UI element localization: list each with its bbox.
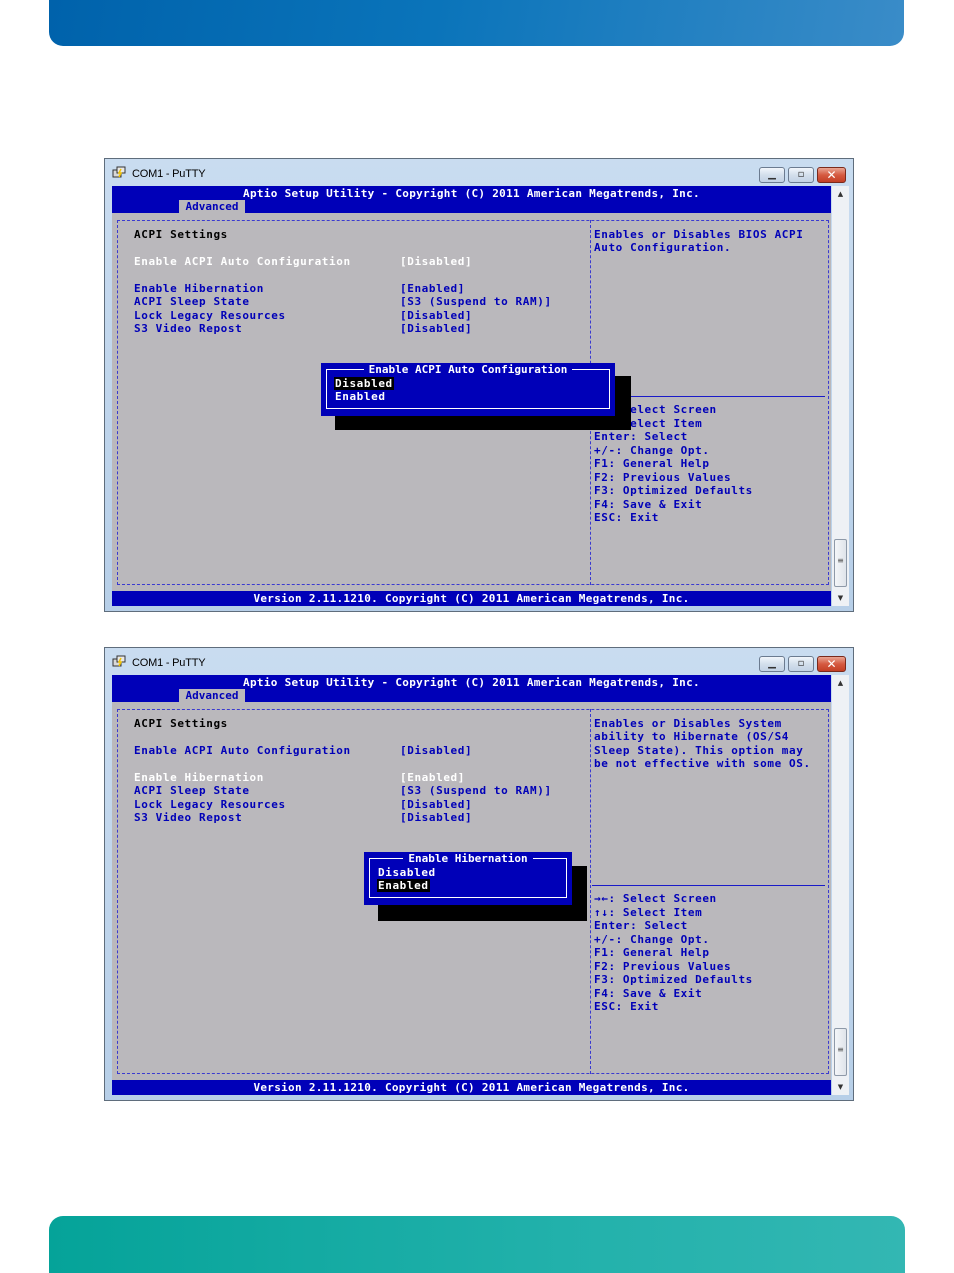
window-title: COM1 - PuTTY — [132, 168, 206, 180]
close-button[interactable]: ✕ — [817, 656, 846, 672]
setting-value-hibernation[interactable]: [Enabled] — [400, 282, 465, 295]
option-popup[interactable]: Enable Hibernation Disabled Enabled — [364, 852, 572, 905]
header-band — [49, 0, 904, 46]
option-popup[interactable]: Enable ACPI Auto Configuration Disabled … — [321, 363, 615, 416]
popup-title: Enable Hibernation — [364, 852, 572, 865]
section-title: ACPI Settings — [134, 717, 228, 730]
scroll-thumb[interactable]: ≡ — [834, 539, 847, 587]
title-bar[interactable]: COM1 - PuTTY ▁ ▫ ✕ — [105, 648, 853, 675]
key-help-esc: ESC: Exit — [594, 511, 660, 524]
popup-option-disabled[interactable]: Disabled — [377, 866, 437, 879]
scroll-up-icon[interactable]: ▲ — [832, 675, 849, 691]
setting-value-s3-video[interactable]: [Disabled] — [400, 811, 472, 824]
title-bar[interactable]: COM1 - PuTTY ▁ ▫ ✕ — [105, 159, 853, 186]
minimize-button[interactable]: ▁ — [759, 656, 785, 672]
key-help-change-opt: +/-: Change Opt. — [594, 444, 710, 457]
vertical-scrollbar[interactable]: ▲ ≡ ▼ — [832, 675, 849, 1095]
minimize-icon: ▁ — [768, 169, 776, 180]
setting-value-s3-video[interactable]: [Disabled] — [400, 322, 472, 335]
scroll-up-icon[interactable]: ▲ — [832, 186, 849, 202]
setting-label-s3-video[interactable]: S3 Video Repost — [134, 811, 242, 824]
tab-advanced[interactable]: Advanced — [179, 200, 245, 213]
minimize-icon: ▁ — [768, 658, 776, 669]
setting-label-sleep-state[interactable]: ACPI Sleep State — [134, 784, 250, 797]
scroll-thumb[interactable]: ≡ — [834, 1028, 847, 1076]
putty-app-icon — [112, 655, 126, 667]
maximize-icon: ▫ — [797, 169, 805, 180]
vertical-scrollbar[interactable]: ▲ ≡ ▼ — [832, 186, 849, 606]
setting-value-hibernation[interactable]: [Enabled] — [400, 771, 465, 784]
putty-app-icon — [112, 166, 126, 178]
setting-label-lock-legacy[interactable]: Lock Legacy Resources — [134, 309, 286, 322]
section-title: ACPI Settings — [134, 228, 228, 241]
key-help-f1: F1: General Help — [594, 457, 710, 470]
bios-header: Aptio Setup Utility - Copyright (C) 2011… — [112, 186, 831, 213]
setting-label-lock-legacy[interactable]: Lock Legacy Resources — [134, 798, 286, 811]
popup-title: Enable ACPI Auto Configuration — [321, 363, 615, 376]
key-help-enter: Enter: Select — [594, 919, 688, 932]
bios-header: Aptio Setup Utility - Copyright (C) 2011… — [112, 675, 831, 702]
scroll-down-icon[interactable]: ▼ — [832, 1079, 849, 1095]
key-help-select-screen: →←: Select Screen — [594, 892, 717, 905]
setting-label-acpi-auto-config[interactable]: Enable ACPI Auto Configuration — [134, 744, 351, 757]
setting-value-acpi-auto-config[interactable]: [Disabled] — [400, 744, 472, 757]
scroll-down-icon[interactable]: ▼ — [832, 590, 849, 606]
window-title: COM1 - PuTTY — [132, 657, 206, 669]
setting-value-sleep-state[interactable]: [S3 (Suspend to RAM)] — [400, 784, 552, 797]
help-divider — [592, 885, 825, 886]
popup-option-disabled[interactable]: Disabled — [334, 377, 394, 390]
putty-window-2: COM1 - PuTTY ▁ ▫ ✕ Aptio Setup Utility -… — [104, 647, 854, 1101]
close-icon: ✕ — [826, 168, 837, 182]
close-button[interactable]: ✕ — [817, 167, 846, 183]
key-help-esc: ESC: Exit — [594, 1000, 660, 1013]
help-text-line: Enables or Disables BIOS ACPI — [594, 228, 804, 241]
popup-option-enabled[interactable]: Enabled — [334, 390, 387, 403]
maximize-button[interactable]: ▫ — [788, 167, 814, 183]
popup-option-enabled[interactable]: Enabled — [377, 879, 430, 892]
setting-label-sleep-state[interactable]: ACPI Sleep State — [134, 295, 250, 308]
setting-value-sleep-state[interactable]: [S3 (Suspend to RAM)] — [400, 295, 552, 308]
tab-advanced[interactable]: Advanced — [179, 689, 245, 702]
bios-footer: Version 2.11.1210. Copyright (C) 2011 Am… — [112, 591, 831, 606]
setting-value-lock-legacy[interactable]: [Disabled] — [400, 309, 472, 322]
setting-label-acpi-auto-config[interactable]: Enable ACPI Auto Configuration — [134, 255, 351, 268]
maximize-icon: ▫ — [797, 658, 805, 669]
setting-label-s3-video[interactable]: S3 Video Repost — [134, 322, 242, 335]
help-text-line: Enables or Disables System — [594, 717, 782, 730]
key-help-f4: F4: Save & Exit — [594, 987, 703, 1000]
terminal-screen[interactable]: Aptio Setup Utility - Copyright (C) 2011… — [112, 186, 831, 606]
putty-window-1: COM1 - PuTTY ▁ ▫ ✕ Aptio Setup Utility -… — [104, 158, 854, 612]
setting-label-hibernation[interactable]: Enable Hibernation — [134, 771, 264, 784]
footer-band — [49, 1216, 905, 1273]
setting-label-hibernation[interactable]: Enable Hibernation — [134, 282, 264, 295]
key-help-f4: F4: Save & Exit — [594, 498, 703, 511]
setting-value-lock-legacy[interactable]: [Disabled] — [400, 798, 472, 811]
help-text-line: Auto Configuration. — [594, 241, 732, 254]
close-icon: ✕ — [826, 657, 837, 671]
help-text-line: be not effective with some OS. — [594, 757, 811, 770]
key-help-enter: Enter: Select — [594, 430, 688, 443]
bios-header-title: Aptio Setup Utility - Copyright (C) 2011… — [243, 676, 700, 689]
terminal-screen[interactable]: Aptio Setup Utility - Copyright (C) 2011… — [112, 675, 831, 1095]
key-help-change-opt: +/-: Change Opt. — [594, 933, 710, 946]
setting-value-acpi-auto-config[interactable]: [Disabled] — [400, 255, 472, 268]
maximize-button[interactable]: ▫ — [788, 656, 814, 672]
bios-header-title: Aptio Setup Utility - Copyright (C) 2011… — [243, 187, 700, 200]
help-text-line: Sleep State). This option may — [594, 744, 804, 757]
key-help-f3: F3: Optimized Defaults — [594, 484, 753, 497]
key-help-f1: F1: General Help — [594, 946, 710, 959]
minimize-button[interactable]: ▁ — [759, 167, 785, 183]
help-text-line: ability to Hibernate (OS/S4 — [594, 730, 790, 743]
key-help-select-item: ↑↓: Select Item — [594, 906, 703, 919]
key-help-f2: F2: Previous Values — [594, 960, 732, 973]
key-help-f2: F2: Previous Values — [594, 471, 732, 484]
key-help-f3: F3: Optimized Defaults — [594, 973, 753, 986]
panel-divider — [590, 709, 591, 1074]
bios-footer: Version 2.11.1210. Copyright (C) 2011 Am… — [112, 1080, 831, 1095]
